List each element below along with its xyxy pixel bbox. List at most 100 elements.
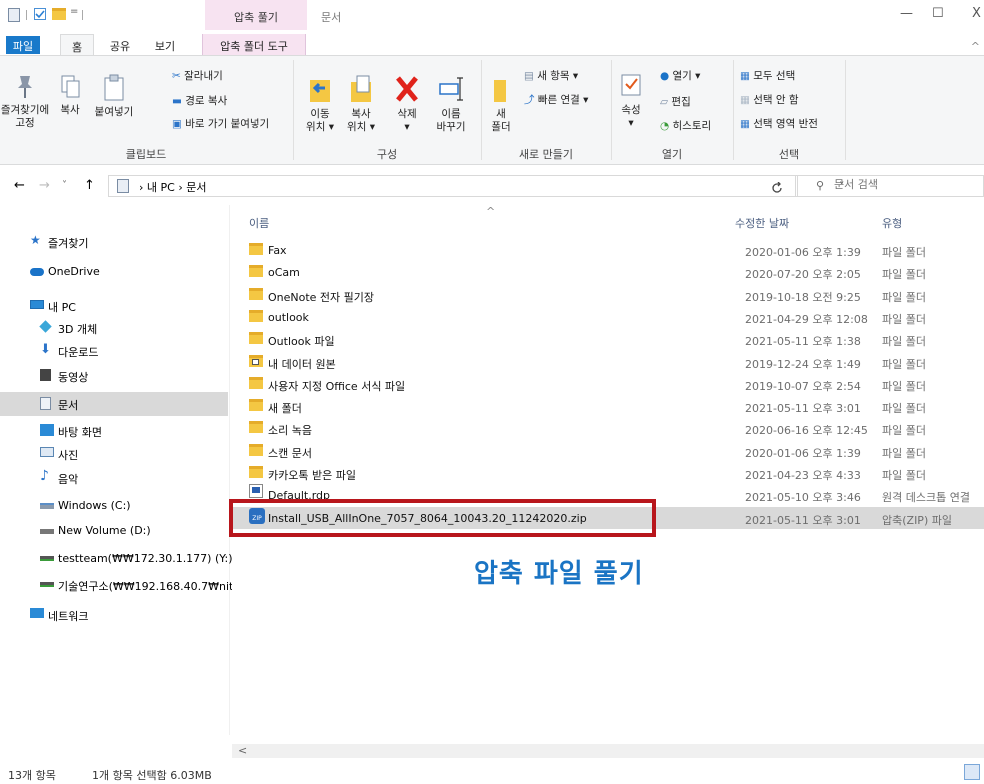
properties-button[interactable]: 속성 ▾ xyxy=(614,72,648,130)
table-row[interactable]: 사용자 지정 Office 서식 파일 2019-10-07 오후 2:54 파일 … xyxy=(232,373,984,395)
table-row[interactable]: Outlook 파일 2021-05-11 오후 1:38 파일 폴더 xyxy=(232,328,984,350)
invert-selection-button[interactable]: ▦ 선택 영역 반전 xyxy=(740,116,818,131)
nav-item-label: 바탕 화면 xyxy=(58,426,102,439)
new-folder-label-2: 폴더 xyxy=(491,121,511,133)
table-row[interactable]: 카카오톡 받은 파일 2021-04-23 오후 4:33 파일 폴더 xyxy=(232,462,984,484)
copy-button[interactable]: 복사 xyxy=(50,74,90,117)
new-folder-quick-icon[interactable] xyxy=(52,8,66,20)
tab-file[interactable]: 파일 xyxy=(6,36,40,54)
edit-button[interactable]: ▱ 편집 xyxy=(660,94,691,109)
table-row[interactable]: outlook 2021-04-29 오후 12:08 파일 폴더 xyxy=(232,306,984,328)
ribbon-collapse-icon[interactable]: ^ xyxy=(971,40,980,53)
table-row[interactable]: Fax 2020-01-06 오후 1:39 파일 폴더 xyxy=(232,239,984,261)
column-header-date[interactable]: 수정한 날짜 xyxy=(735,215,789,231)
recent-locations-button[interactable]: ˅ xyxy=(62,180,67,191)
address-bar[interactable]: › 내 PC › 문서 ˅ xyxy=(108,175,845,197)
table-row[interactable]: 내 데이터 원본 2019-12-24 오후 1:49 파일 폴더 xyxy=(232,351,984,373)
contextual-tab-header: 압축 풀기 xyxy=(205,0,307,30)
move-to-button[interactable]: 이동 위치 ▾ xyxy=(300,74,340,134)
cut-label: 잘라내기 xyxy=(184,70,223,82)
table-row[interactable]: 스캔 문서 2020-01-06 오후 1:39 파일 폴더 xyxy=(232,440,984,462)
open-button[interactable]: ● 열기 ▾ xyxy=(660,68,700,83)
pin-to-quick-access-button[interactable]: 즐겨찾기에 고정 xyxy=(0,74,50,130)
search-box[interactable]: ⚲ xyxy=(795,175,984,197)
edit-label: 편집 xyxy=(671,96,691,108)
rename-label-2: 바꾸기 xyxy=(436,121,466,133)
search-input[interactable] xyxy=(834,178,974,191)
divider xyxy=(82,10,83,20)
nav-item-videos[interactable]: 동영상 xyxy=(0,365,228,387)
nav-item-drive-c[interactable]: Windows (C:) xyxy=(0,495,228,517)
refresh-button[interactable] xyxy=(771,181,783,197)
table-row[interactable]: OneNote 전자 필기장 2019-10-18 오전 9:25 파일 폴더 xyxy=(232,284,984,306)
copy-to-button[interactable]: 복사 위치 ▾ xyxy=(341,74,381,134)
video-icon xyxy=(40,369,51,381)
history-button[interactable]: ◔ 히스토리 xyxy=(660,118,711,133)
address-row: ← → ˅ ↑ › 내 PC › 문서 ˅ ⚲ xyxy=(0,170,984,202)
explorer-icon[interactable] xyxy=(8,8,20,22)
nav-item-label: OneDrive xyxy=(48,265,100,278)
quick-access-dropdown-icon[interactable]: = xyxy=(70,6,82,20)
file-type: 파일 폴더 xyxy=(882,291,926,304)
column-header-type[interactable]: 유형 xyxy=(882,215,902,231)
nav-item-documents[interactable]: 문서 xyxy=(0,392,228,416)
new-item-button[interactable]: ▤ 새 항목 ▾ xyxy=(524,68,578,83)
maximize-button[interactable]: ☐ xyxy=(932,6,944,21)
paste-shortcut-label: 바로 가기 붙여넣기 xyxy=(185,118,270,130)
select-none-button[interactable]: ▦ 선택 안 함 xyxy=(740,92,799,107)
tab-view[interactable]: 보기 xyxy=(148,34,182,56)
network-icon xyxy=(30,608,44,618)
nav-item-network[interactable]: 네트워크 xyxy=(0,604,228,626)
nav-item-desktop[interactable]: 바탕 화면 xyxy=(0,420,228,442)
navigation-pane[interactable]: ★ 즐겨찾기 OneDrive 내 PC 3D 개체 ⬇ 다운로드 동영상 문서… xyxy=(0,205,233,735)
search-icon: ⚲ xyxy=(816,179,825,192)
group-separator xyxy=(845,60,846,160)
nav-item-network-drive-nit[interactable]: 기술연구소(₩₩192.168.40.7₩nit xyxy=(0,574,233,596)
checkbox-properties-icon[interactable] xyxy=(34,8,46,20)
nav-item-drive-d[interactable]: New Volume (D:) xyxy=(0,520,228,542)
folder-icon xyxy=(249,265,263,277)
easy-access-button[interactable]: ⤴ 빠른 연결 ▾ xyxy=(524,92,588,107)
item-count: 13개 항목 xyxy=(8,769,56,782)
contextual-tab-title: 압축 풀기 xyxy=(234,11,278,24)
desktop-icon xyxy=(40,424,54,436)
file-type: 파일 폴더 xyxy=(882,469,926,482)
new-folder-button[interactable]: 새 폴더 xyxy=(484,74,518,134)
nav-item-label: testteam(₩₩172.30.1.177) (Y:) xyxy=(58,552,233,565)
paste-shortcut-button[interactable]: ▣ 바로 가기 붙여넣기 xyxy=(172,116,269,131)
nav-item-network-drive-y[interactable]: testteam(₩₩172.30.1.177) (Y:) xyxy=(0,548,233,570)
paste-button[interactable]: 붙여넣기 xyxy=(88,74,140,119)
nav-item-downloads[interactable]: ⬇ 다운로드 xyxy=(0,340,228,362)
minimize-button[interactable]: — xyxy=(900,6,913,21)
nav-item-onedrive[interactable]: OneDrive xyxy=(0,261,228,283)
rename-label-1: 이름 xyxy=(441,108,461,120)
breadcrumb[interactable]: › 내 PC › 문서 xyxy=(139,179,206,195)
file-list[interactable]: ^ 이름 수정한 날짜 유형 Fax 2020-01-06 오후 1:39 파일 폴… xyxy=(232,205,984,735)
up-button[interactable]: ↑ xyxy=(84,178,95,193)
scroll-left-icon[interactable]: < xyxy=(238,744,247,757)
column-header-name[interactable]: 이름 xyxy=(249,215,269,231)
file-date: 2019-10-07 오후 2:54 xyxy=(745,380,861,393)
cut-button[interactable]: ✂ 잘라내기 xyxy=(172,68,223,83)
back-button[interactable]: ← xyxy=(14,178,25,193)
tab-compressed-folder-tools[interactable]: 압축 폴더 도구 xyxy=(202,34,306,56)
select-all-button[interactable]: ▦ 모두 선택 xyxy=(740,68,795,83)
nav-item-quick-access[interactable]: ★ 즐겨찾기 xyxy=(0,231,228,253)
details-view-icon[interactable] xyxy=(964,764,980,780)
tab-share[interactable]: 공유 xyxy=(103,34,137,56)
rename-button[interactable]: 이름 바꾸기 xyxy=(430,74,472,134)
delete-button[interactable]: 삭제 ▾ xyxy=(385,74,429,134)
table-row[interactable]: 소리 녹음 2020-06-16 오후 12:45 파일 폴더 xyxy=(232,417,984,439)
copy-path-button[interactable]: ▬ 경로 복사 xyxy=(172,93,227,108)
table-row[interactable]: 새 폴더 2021-05-11 오후 3:01 파일 폴더 xyxy=(232,395,984,417)
nav-item-music[interactable]: ♪ 음악 xyxy=(0,467,228,489)
horizontal-scrollbar[interactable]: < xyxy=(232,744,984,758)
table-row[interactable]: oCam 2020-07-20 오후 2:05 파일 폴더 xyxy=(232,261,984,283)
tab-home[interactable]: 홈 xyxy=(60,34,94,56)
nav-item-this-pc[interactable]: 내 PC xyxy=(0,295,228,317)
divider xyxy=(26,10,27,20)
close-button[interactable]: X xyxy=(972,6,981,21)
nav-item-3d-objects[interactable]: 3D 개체 xyxy=(0,317,228,339)
nav-item-pictures[interactable]: 사진 xyxy=(0,443,228,465)
forward-button[interactable]: → xyxy=(39,178,50,193)
